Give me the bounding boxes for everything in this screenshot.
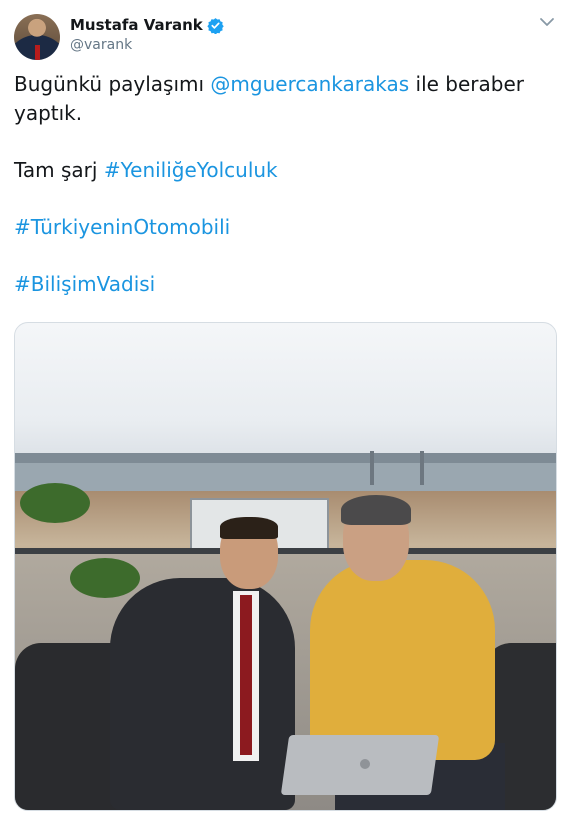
tweet-card: Mustafa Varank @varank Bugünkü paylaşımı… [0,0,571,829]
mention-link[interactable]: @mguercankarakas [210,72,409,96]
author-name[interactable]: Mustafa Varank [70,16,203,34]
photo-bridge-tower [420,451,424,485]
tweet-text: Tam şarj [14,158,104,182]
author-name-row[interactable]: Mustafa Varank [70,16,224,34]
photo-laptop-logo [360,759,370,769]
photo-person [341,495,411,525]
photo-bridge-tower [370,451,374,485]
photo-person [240,595,252,755]
tweet-text-line-1: Bugünkü paylaşımı @mguercankarakas ile b… [14,72,524,96]
tweet-text-line-2: yaptık. [14,101,83,125]
photo-plant [70,558,140,598]
hashtag-link[interactable]: #TürkiyeninOtomobili [14,215,230,239]
tweet-photo[interactable] [14,322,557,811]
photo-person [220,517,278,539]
photo-plant [20,483,90,523]
hashtag-link[interactable]: #BilişimVadisi [14,272,155,296]
author-handle[interactable]: @varank [70,37,132,53]
hashtag-link[interactable]: #YeniliğeYolculuk [104,158,278,182]
photo-person [110,578,295,810]
tweet-text-line-3: Tam şarj #YeniliğeYolculuk [14,158,278,182]
photo-person [310,560,495,760]
tweet-text: Bugünkü paylaşımı [14,72,211,96]
avatar[interactable] [14,14,60,60]
verified-badge-icon [207,17,224,34]
chevron-down-icon[interactable] [539,14,555,30]
tweet-text: ile beraber [409,72,525,96]
